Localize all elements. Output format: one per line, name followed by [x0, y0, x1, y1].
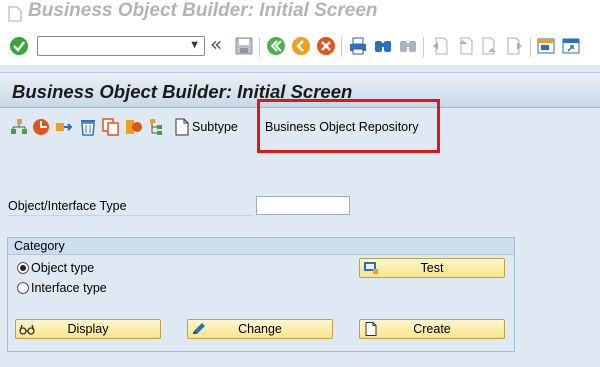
copy-icon[interactable] — [102, 118, 120, 136]
radio-object-type-label: Object type — [31, 261, 95, 275]
window-title: Business Object Builder: Initial Screen — [28, 0, 378, 21]
delete-icon[interactable] — [32, 118, 50, 136]
enter-icon[interactable] — [9, 36, 29, 56]
test-button-label: Test — [420, 261, 444, 275]
highlight-box — [257, 99, 440, 153]
tree-icon[interactable] — [149, 118, 167, 136]
glasses-icon — [19, 324, 35, 335]
radio-object-type[interactable]: Object type — [17, 261, 94, 275]
change-button-label: Change — [238, 322, 282, 336]
double-chevron-icon[interactable]: « — [210, 32, 222, 56]
test-icon — [364, 262, 378, 274]
window-titlebar: Business Object Builder: Initial Screen — [0, 0, 600, 28]
display-button-label: Display — [67, 322, 109, 336]
first-page-icon[interactable] — [430, 36, 450, 56]
last-page-icon[interactable] — [505, 36, 525, 56]
create-session-icon[interactable] — [536, 36, 556, 56]
previous-page-icon[interactable] — [455, 36, 475, 56]
find-next-icon[interactable] — [398, 36, 418, 56]
copy-object-icon[interactable] — [55, 118, 73, 136]
category-title: Category — [8, 238, 514, 255]
radio-button[interactable] — [17, 282, 29, 294]
change-button[interactable]: Change — [187, 319, 333, 339]
trash-icon[interactable] — [79, 118, 97, 136]
toolbar-separator — [259, 37, 260, 57]
category-group: Category Object type Interface type Test… — [7, 237, 515, 352]
back-icon[interactable] — [266, 36, 286, 56]
cancel-icon[interactable] — [316, 36, 336, 56]
window-icon — [8, 6, 22, 22]
find-icon[interactable] — [373, 36, 393, 56]
object-interface-type-label: Object/Interface Type — [8, 199, 254, 216]
toolbar-separator — [530, 37, 531, 57]
next-page-icon[interactable] — [480, 36, 500, 56]
radio-button[interactable] — [17, 262, 29, 274]
new-document-icon — [365, 322, 377, 336]
create-button-label: Create — [413, 322, 451, 336]
subtype-button[interactable]: Subtype — [192, 120, 238, 134]
command-field[interactable]: ▼ — [37, 36, 205, 56]
document-icon[interactable] — [173, 118, 191, 136]
create-button[interactable]: Create — [359, 319, 505, 339]
hierarchy-icon[interactable] — [10, 118, 28, 136]
toolbar-separator — [423, 37, 424, 57]
radio-interface-type-label: Interface type — [31, 281, 107, 295]
save-icon[interactable] — [234, 36, 254, 56]
chevron-down-icon[interactable]: ▼ — [189, 39, 200, 51]
shortcut-icon[interactable] — [561, 36, 581, 56]
print-icon[interactable] — [348, 36, 368, 56]
pencil-icon — [193, 323, 205, 334]
system-toolbar: ▼ « — [0, 28, 600, 66]
object-interface-type-input[interactable] — [256, 196, 350, 215]
radio-interface-type[interactable]: Interface type — [17, 281, 107, 295]
display-object-icon[interactable] — [125, 118, 143, 136]
exit-icon[interactable] — [291, 36, 311, 56]
display-button[interactable]: Display — [15, 319, 161, 339]
test-button[interactable]: Test — [359, 258, 505, 278]
toolbar-separator — [341, 37, 342, 57]
